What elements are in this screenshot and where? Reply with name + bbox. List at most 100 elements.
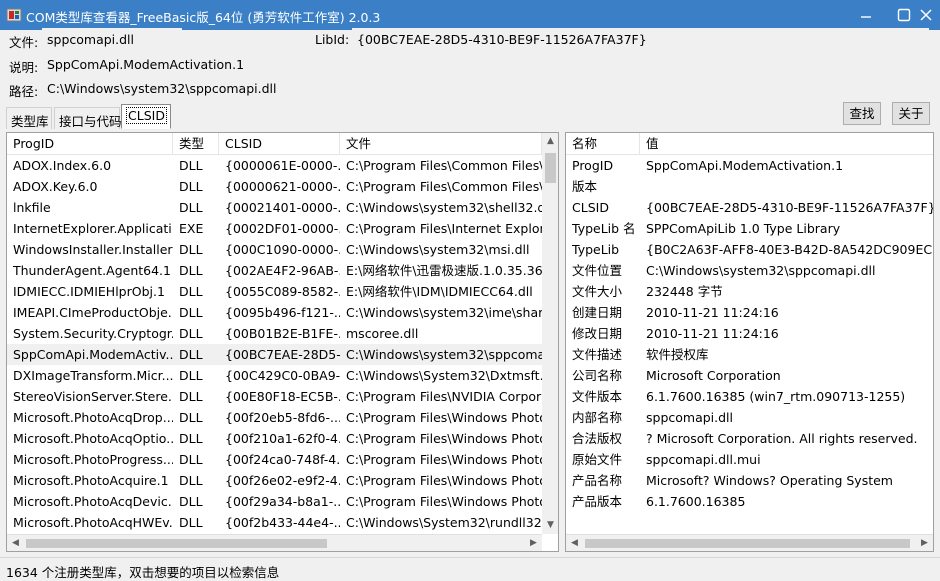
property-row[interactable]: 版本 <box>566 176 933 197</box>
column-header-clsid[interactable]: CLSID <box>219 133 340 155</box>
property-name: 修改日期 <box>572 326 623 341</box>
table-row[interactable]: ADOX.Key.6.0 DLL {00000621-0000-... C:\Prog… <box>7 176 542 197</box>
tab-clsid-label: CLSID <box>126 107 167 124</box>
description-field[interactable]: SppComApi.ModemActivation.1 <box>42 53 930 75</box>
table-row[interactable]: Microsoft.PhotoAcqOptio... DLL {00f210a1-6… <box>7 428 542 449</box>
table-cell: {0095b496-f121-... <box>225 305 340 320</box>
table-cell: C:\Program Files\Windows Photo <box>346 410 542 425</box>
table-cell: C:\Program Files\Windows Photo <box>346 473 542 488</box>
property-row[interactable]: TypeLib 名 SPPComApiLib 1.0 Type Library <box>566 218 933 239</box>
property-value: Microsoft Corporation <box>646 368 781 383</box>
tab-interfaces-code[interactable]: 接口与代码 <box>54 107 122 129</box>
table-cell: C:\Windows\System32\Dxtmsft.dll <box>346 368 542 383</box>
file-label: 文件: <box>9 35 39 50</box>
property-row[interactable]: 创建日期 2010-11-21 11:24:16 <box>566 302 933 323</box>
scroll-up-icon[interactable]: ▲ <box>542 133 558 150</box>
table-row[interactable]: System.Security.Cryptogr... DLL {00B01B2E-… <box>7 323 542 344</box>
about-button[interactable]: 关于 <box>892 102 930 125</box>
table-row[interactable]: StereoVisionServer.Stere... DLL {00E80F18-… <box>7 386 542 407</box>
property-name: 文件位置 <box>572 263 623 278</box>
table-row[interactable]: Microsoft.PhotoProgress... DLL {00f24ca0-7… <box>7 449 542 470</box>
path-field[interactable]: C:\Windows\system32\sppcomapi.dll <box>42 77 930 99</box>
table-row[interactable]: SppComApi.ModemActiv... DLL {00BC7EAE-28D5… <box>7 344 542 365</box>
clsid-list-horizontal-scrollbar[interactable]: ◀ ▶ <box>7 534 542 551</box>
property-name: CLSID <box>572 200 609 215</box>
column-header-value[interactable]: 值 <box>640 133 933 155</box>
close-button[interactable] <box>912 4 940 26</box>
table-cell: {00f210a1-62f0-4... <box>225 431 340 446</box>
table-cell: DXImageTransform.Micr... <box>13 368 173 383</box>
table-row[interactable]: Microsoft.PhotoAcqDevic... DLL {00f29a34-b… <box>7 491 542 512</box>
clsid-list[interactable]: ProgID 类型 CLSID 文件 ADOX.Index.6.0 DLL {000… <box>6 132 559 552</box>
table-row[interactable]: lnkfile DLL {00021401-0000-... C:\Windows\s… <box>7 197 542 218</box>
scroll-left-icon[interactable]: ◀ <box>7 535 24 551</box>
scroll-left-icon[interactable]: ◀ <box>566 535 583 551</box>
column-header-type[interactable]: 类型 <box>173 133 219 155</box>
property-row[interactable]: 文件描述 软件授权库 <box>566 344 933 365</box>
properties-list[interactable]: 名称 值 ProgID SppComApi.ModemActivation.1 版本… <box>565 132 934 552</box>
property-name: 文件描述 <box>572 347 623 362</box>
file-field[interactable]: sppcomapi.dll <box>42 28 182 50</box>
table-cell: DLL <box>179 431 203 446</box>
libid-field[interactable]: {00BC7EAE-28D5-4310-BE9F-11526A7FA37F} <box>352 28 929 50</box>
property-row[interactable]: 内部名称 sppcomapi.dll <box>566 407 933 428</box>
status-bar: 1634 个注册类型库，双击想要的项目以检索信息 <box>0 557 940 581</box>
property-row[interactable]: CLSID {00BC7EAE-28D5-4310-BE9F-11526A7FA3… <box>566 197 933 218</box>
table-row[interactable]: InternetExplorer.Applicati... EXE {0002DF0… <box>7 218 542 239</box>
tab-clsid[interactable]: CLSID <box>121 104 171 129</box>
property-name: 合法版权 <box>572 431 623 446</box>
table-row[interactable]: IDMIECC.IDMIEHlprObj.1 DLL {0055C089-8582-… <box>7 281 542 302</box>
property-row[interactable]: TypeLib {B0C2A63F-AFF8-40E3-B42D-8A542DC9… <box>566 239 933 260</box>
property-row[interactable]: 产品名称 Microsoft? Windows? Operating System <box>566 470 933 491</box>
path-label: 路径: <box>9 84 39 99</box>
tab-typelib-label: 类型库 <box>11 114 49 129</box>
table-row[interactable]: WindowsInstaller.Installer DLL {000C1090-0… <box>7 239 542 260</box>
property-row[interactable]: 文件大小 232448 字节 <box>566 281 933 302</box>
table-row[interactable]: ThunderAgent.Agent64.1 DLL {002AE4F2-96AB-… <box>7 260 542 281</box>
property-row[interactable]: 文件位置 C:\Windows\system32\sppcomapi.dll <box>566 260 933 281</box>
app-icon <box>6 7 22 23</box>
table-row[interactable]: Microsoft.PhotoAcquire.1 DLL {00f26e02-e9f… <box>7 470 542 491</box>
vertical-scroll-thumb[interactable] <box>545 153 556 183</box>
horizontal-scroll-thumb[interactable] <box>585 539 910 548</box>
table-cell: ADOX.Key.6.0 <box>13 179 98 194</box>
scroll-down-icon[interactable]: ▼ <box>542 517 558 534</box>
table-cell: C:\Windows\system32\shell32.dll <box>346 200 542 215</box>
scroll-right-icon[interactable]: ▶ <box>916 535 933 551</box>
table-cell: Microsoft.PhotoAcquire.1 <box>13 473 169 488</box>
table-cell: Microsoft.PhotoAcqDevic... <box>13 494 173 509</box>
title-bar[interactable]: COM类型库查看器_FreeBasic版_64位 (勇芳软件工作室) 2.0.3 <box>0 0 940 30</box>
table-row[interactable]: IMEAPI.CImeProductObje... DLL {0095b496-f1… <box>7 302 542 323</box>
description-label: 说明: <box>9 60 39 75</box>
property-row[interactable]: 产品版本 6.1.7600.16385 <box>566 491 933 512</box>
table-row[interactable]: ADOX.Index.6.0 DLL {0000061E-0000-... C:\Pr… <box>7 155 542 176</box>
column-header-name[interactable]: 名称 <box>566 133 640 155</box>
property-row[interactable]: 公司名称 Microsoft Corporation <box>566 365 933 386</box>
clsid-list-header: ProgID 类型 CLSID 文件 <box>7 133 542 155</box>
table-cell: {00f24ca0-748f-4... <box>225 452 340 467</box>
column-header-file[interactable]: 文件 <box>340 133 542 155</box>
table-cell: System.Security.Cryptogr... <box>13 326 173 341</box>
property-row[interactable]: ProgID SppComApi.ModemActivation.1 <box>566 155 933 176</box>
property-row[interactable]: 合法版权 ? Microsoft Corporation. All rights … <box>566 428 933 449</box>
table-cell: DLL <box>179 515 203 530</box>
column-header-progid[interactable]: ProgID <box>7 133 173 155</box>
table-cell: C:\Program Files\NVIDIA Corpora <box>346 389 542 404</box>
scroll-right-icon[interactable]: ▶ <box>525 535 542 551</box>
horizontal-scroll-thumb[interactable] <box>26 539 327 548</box>
minimize-button[interactable] <box>852 4 880 26</box>
minimize-icon <box>861 16 871 18</box>
property-row[interactable]: 原始文件 sppcomapi.dll.mui <box>566 449 933 470</box>
table-row[interactable]: DXImageTransform.Micr... DLL {00C429C0-0BA… <box>7 365 542 386</box>
tab-typelib[interactable]: 类型库 <box>6 107 52 129</box>
table-cell: {00f26e02-e9f2-4... <box>225 473 340 488</box>
clsid-list-vertical-scrollbar[interactable]: ▲ ▼ <box>542 133 558 534</box>
properties-list-horizontal-scrollbar[interactable]: ◀ ▶ <box>566 534 933 551</box>
table-cell: {00000621-0000-... <box>225 179 340 194</box>
property-row[interactable]: 修改日期 2010-11-21 11:24:16 <box>566 323 933 344</box>
table-row[interactable]: Microsoft.PhotoAcqHWEv... DLL {00f2b433-44… <box>7 512 542 533</box>
table-cell: {00f20eb5-8fd6-... <box>225 410 340 425</box>
table-row[interactable]: Microsoft.PhotoAcqDrop... DLL {00f20eb5-8f… <box>7 407 542 428</box>
find-button[interactable]: 查找 <box>843 102 881 125</box>
property-row[interactable]: 文件版本 6.1.7600.16385 (win7_rtm.090713-1255… <box>566 386 933 407</box>
